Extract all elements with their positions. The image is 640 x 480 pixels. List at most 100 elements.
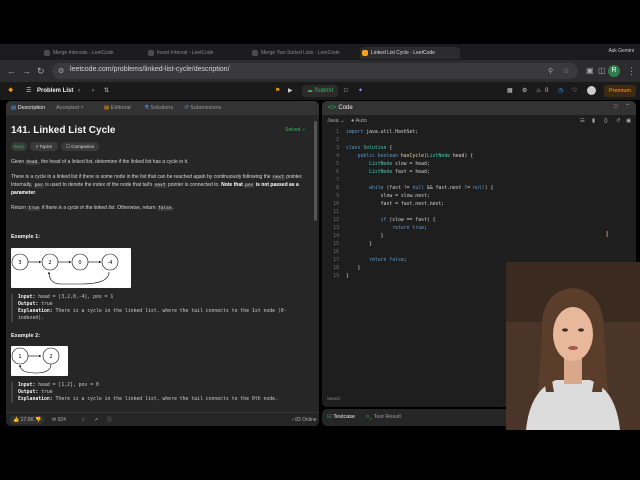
avatar[interactable]: R: [608, 65, 620, 77]
timer-icon[interactable]: ◷: [558, 86, 563, 96]
tab-solutions[interactable]: ⚗ Solutions: [144, 103, 173, 113]
list-icon: ☰: [26, 88, 32, 94]
code-line-1: import java.util.HashSet;: [346, 130, 419, 135]
reset-icon[interactable]: ↺: [616, 117, 621, 125]
description-paragraph-2: There is a cycle in a linked list if the…: [11, 174, 303, 196]
format-icon[interactable]: ☰: [580, 117, 585, 125]
description-footer: 👍 17.6K 👎 ✉ 924 ☆ ↗ ⓘ • 83 Online: [6, 412, 319, 426]
code-tab[interactable]: </> Code: [328, 103, 353, 113]
saved-status: Saved: [327, 396, 340, 401]
fire-icon[interactable]: ♡: [572, 86, 577, 96]
browser-tab[interactable]: Merge Intervals - LeetCode: [42, 47, 142, 59]
next-problem-icon[interactable]: ›: [92, 86, 94, 96]
browser-tab-label: Linked List Cycle - LeetCode: [371, 50, 435, 56]
notes-icon[interactable]: □: [344, 86, 348, 96]
online-count: • 83 Online: [292, 417, 317, 423]
layout-icon[interactable]: ▦: [507, 86, 513, 96]
browser-tab-label: Merge Intervals - LeetCode: [53, 50, 114, 56]
like-button[interactable]: 👍 17.6K 👎: [10, 416, 45, 424]
leetcode-favicon-icon: [148, 50, 154, 56]
settings-gear-icon[interactable]: ⚙: [522, 86, 527, 96]
debug-icon[interactable]: ⚑: [275, 86, 280, 96]
bookmark-star-icon[interactable]: ☆: [563, 67, 569, 75]
shuffle-icon[interactable]: ⇅: [104, 86, 109, 96]
leetcode-favicon-icon: [252, 50, 258, 56]
code-line-4: public boolean hasCycle(ListNode head) {: [357, 154, 474, 159]
forward-arrow-icon[interactable]: →: [22, 65, 31, 77]
example-2-diagram: 1 2: [11, 346, 68, 376]
leetcode-favicon-icon: [44, 50, 50, 56]
auto-toggle[interactable]: ● Auto: [351, 117, 367, 125]
tab-accepted[interactable]: Accepted ×: [56, 103, 84, 113]
node-label: 3: [18, 260, 21, 266]
site-info-icon[interactable]: ⚙: [58, 67, 64, 75]
notifications-icon[interactable]: ♨: [536, 86, 541, 96]
left-tabs: ▤ Description Accepted × ▤ Editorial ⚗ S…: [6, 101, 319, 115]
profile-avatar[interactable]: [587, 86, 596, 95]
code-line-15: }: [346, 242, 372, 247]
help-icon[interactable]: ⓘ: [107, 416, 112, 424]
example-2-title: Example 2:: [11, 333, 41, 339]
example-1-title: Example 1:: [11, 234, 41, 240]
code-line-17: return false;: [369, 258, 407, 263]
leetcode-logo-icon[interactable]: ❖: [8, 86, 13, 96]
code-line-19: }: [346, 274, 349, 279]
back-arrow-icon[interactable]: ←: [7, 65, 16, 77]
solved-status: Solved ✓: [285, 127, 306, 133]
submit-button[interactable]: ☁ Submit: [302, 85, 338, 97]
description-scrollbar[interactable]: [314, 121, 317, 221]
browser-tab[interactable]: Merge Two Sorted Lists - LeetCode: [250, 47, 356, 59]
language-select[interactable]: Java ⌄: [327, 117, 345, 125]
tab-description[interactable]: ▤ Description: [11, 103, 45, 113]
browser-tab-label: Merge Two Sorted Lists - LeetCode: [261, 50, 340, 56]
extensions-icon[interactable]: ▣: [586, 65, 594, 77]
presenter-image: [506, 262, 640, 430]
description-panel: ▤ Description Accepted × ▤ Editorial ⚗ S…: [6, 101, 319, 426]
ai-assist-icon[interactable]: ✦: [358, 86, 363, 96]
comments-button[interactable]: ✉ 924: [52, 416, 66, 424]
letterbox-top: [0, 0, 640, 44]
url-bar[interactable]: ⚙ leetcode.com/problems/linked-list-cycl…: [52, 63, 578, 79]
code-line-14: }: [346, 234, 384, 239]
code-line-13: return true;: [392, 226, 427, 231]
zoom-icon[interactable]: ⚲: [548, 67, 553, 75]
sidebar-icon[interactable]: ◫: [598, 65, 606, 77]
collapse-icon[interactable]: ⌃: [625, 103, 630, 111]
code-line-5: ListNode slow = head;: [369, 162, 430, 167]
code-title-bar: </> Code □ ⌃: [322, 101, 636, 115]
run-icon[interactable]: ▶: [288, 86, 293, 96]
tab-editorial[interactable]: ▤ Editorial: [104, 103, 131, 113]
code-line-3: class Solution {: [346, 146, 393, 151]
maximize-icon[interactable]: □: [614, 103, 618, 111]
difficulty-badge[interactable]: Easy: [11, 142, 27, 151]
node-label: 0: [78, 260, 81, 266]
code-line-8: while (fast != null && fast.next != null…: [369, 186, 494, 191]
reload-icon[interactable]: ↻: [37, 65, 45, 77]
editor-toolbar: Java ⌄ ● Auto ☰ ▮ {} ↺ ▣: [322, 115, 636, 127]
text-cursor-icon: I: [606, 230, 609, 239]
menu-dots-icon[interactable]: ⋮: [627, 65, 636, 77]
companies-chip[interactable]: ☐ Companies: [61, 142, 99, 151]
description-paragraph-1: Given head, the head of a linked list, d…: [11, 159, 189, 165]
tab-submissions[interactable]: ↺ Submissions: [184, 103, 221, 113]
prev-problem-icon[interactable]: ‹: [78, 86, 80, 96]
letterbox-bottom: [0, 430, 640, 480]
browser-tab[interactable]: Insert Interval - LeetCode: [146, 47, 246, 59]
problem-list-link[interactable]: Problem List: [37, 86, 73, 96]
node-label: -4: [108, 260, 113, 266]
fullscreen-icon[interactable]: ▣: [626, 117, 631, 125]
node-label: 1: [18, 354, 21, 360]
gemini-button[interactable]: Ask Gemini: [608, 48, 634, 54]
bookmark-icon[interactable]: ▮: [592, 117, 595, 125]
topics-chip[interactable]: ◊ Topics: [30, 142, 58, 151]
premium-button[interactable]: Premium: [604, 85, 636, 97]
browser-tab-active[interactable]: Linked List Cycle - LeetCode: [360, 47, 460, 59]
favorite-star-icon[interactable]: ☆: [81, 416, 85, 424]
leetcode-header: ❖ ☰ Problem List ‹ › ⇅ ⚑ ▶ ☁ Submit □ ✦ …: [0, 82, 640, 100]
webcam-overlay: [506, 262, 640, 430]
share-icon[interactable]: ↗: [94, 416, 98, 424]
tab-test-result[interactable]: >_ Test Result: [366, 413, 401, 422]
braces-icon[interactable]: {}: [604, 117, 608, 125]
tab-testcase[interactable]: ☑ Testcase: [327, 413, 355, 422]
code-line-18: }: [346, 266, 361, 271]
